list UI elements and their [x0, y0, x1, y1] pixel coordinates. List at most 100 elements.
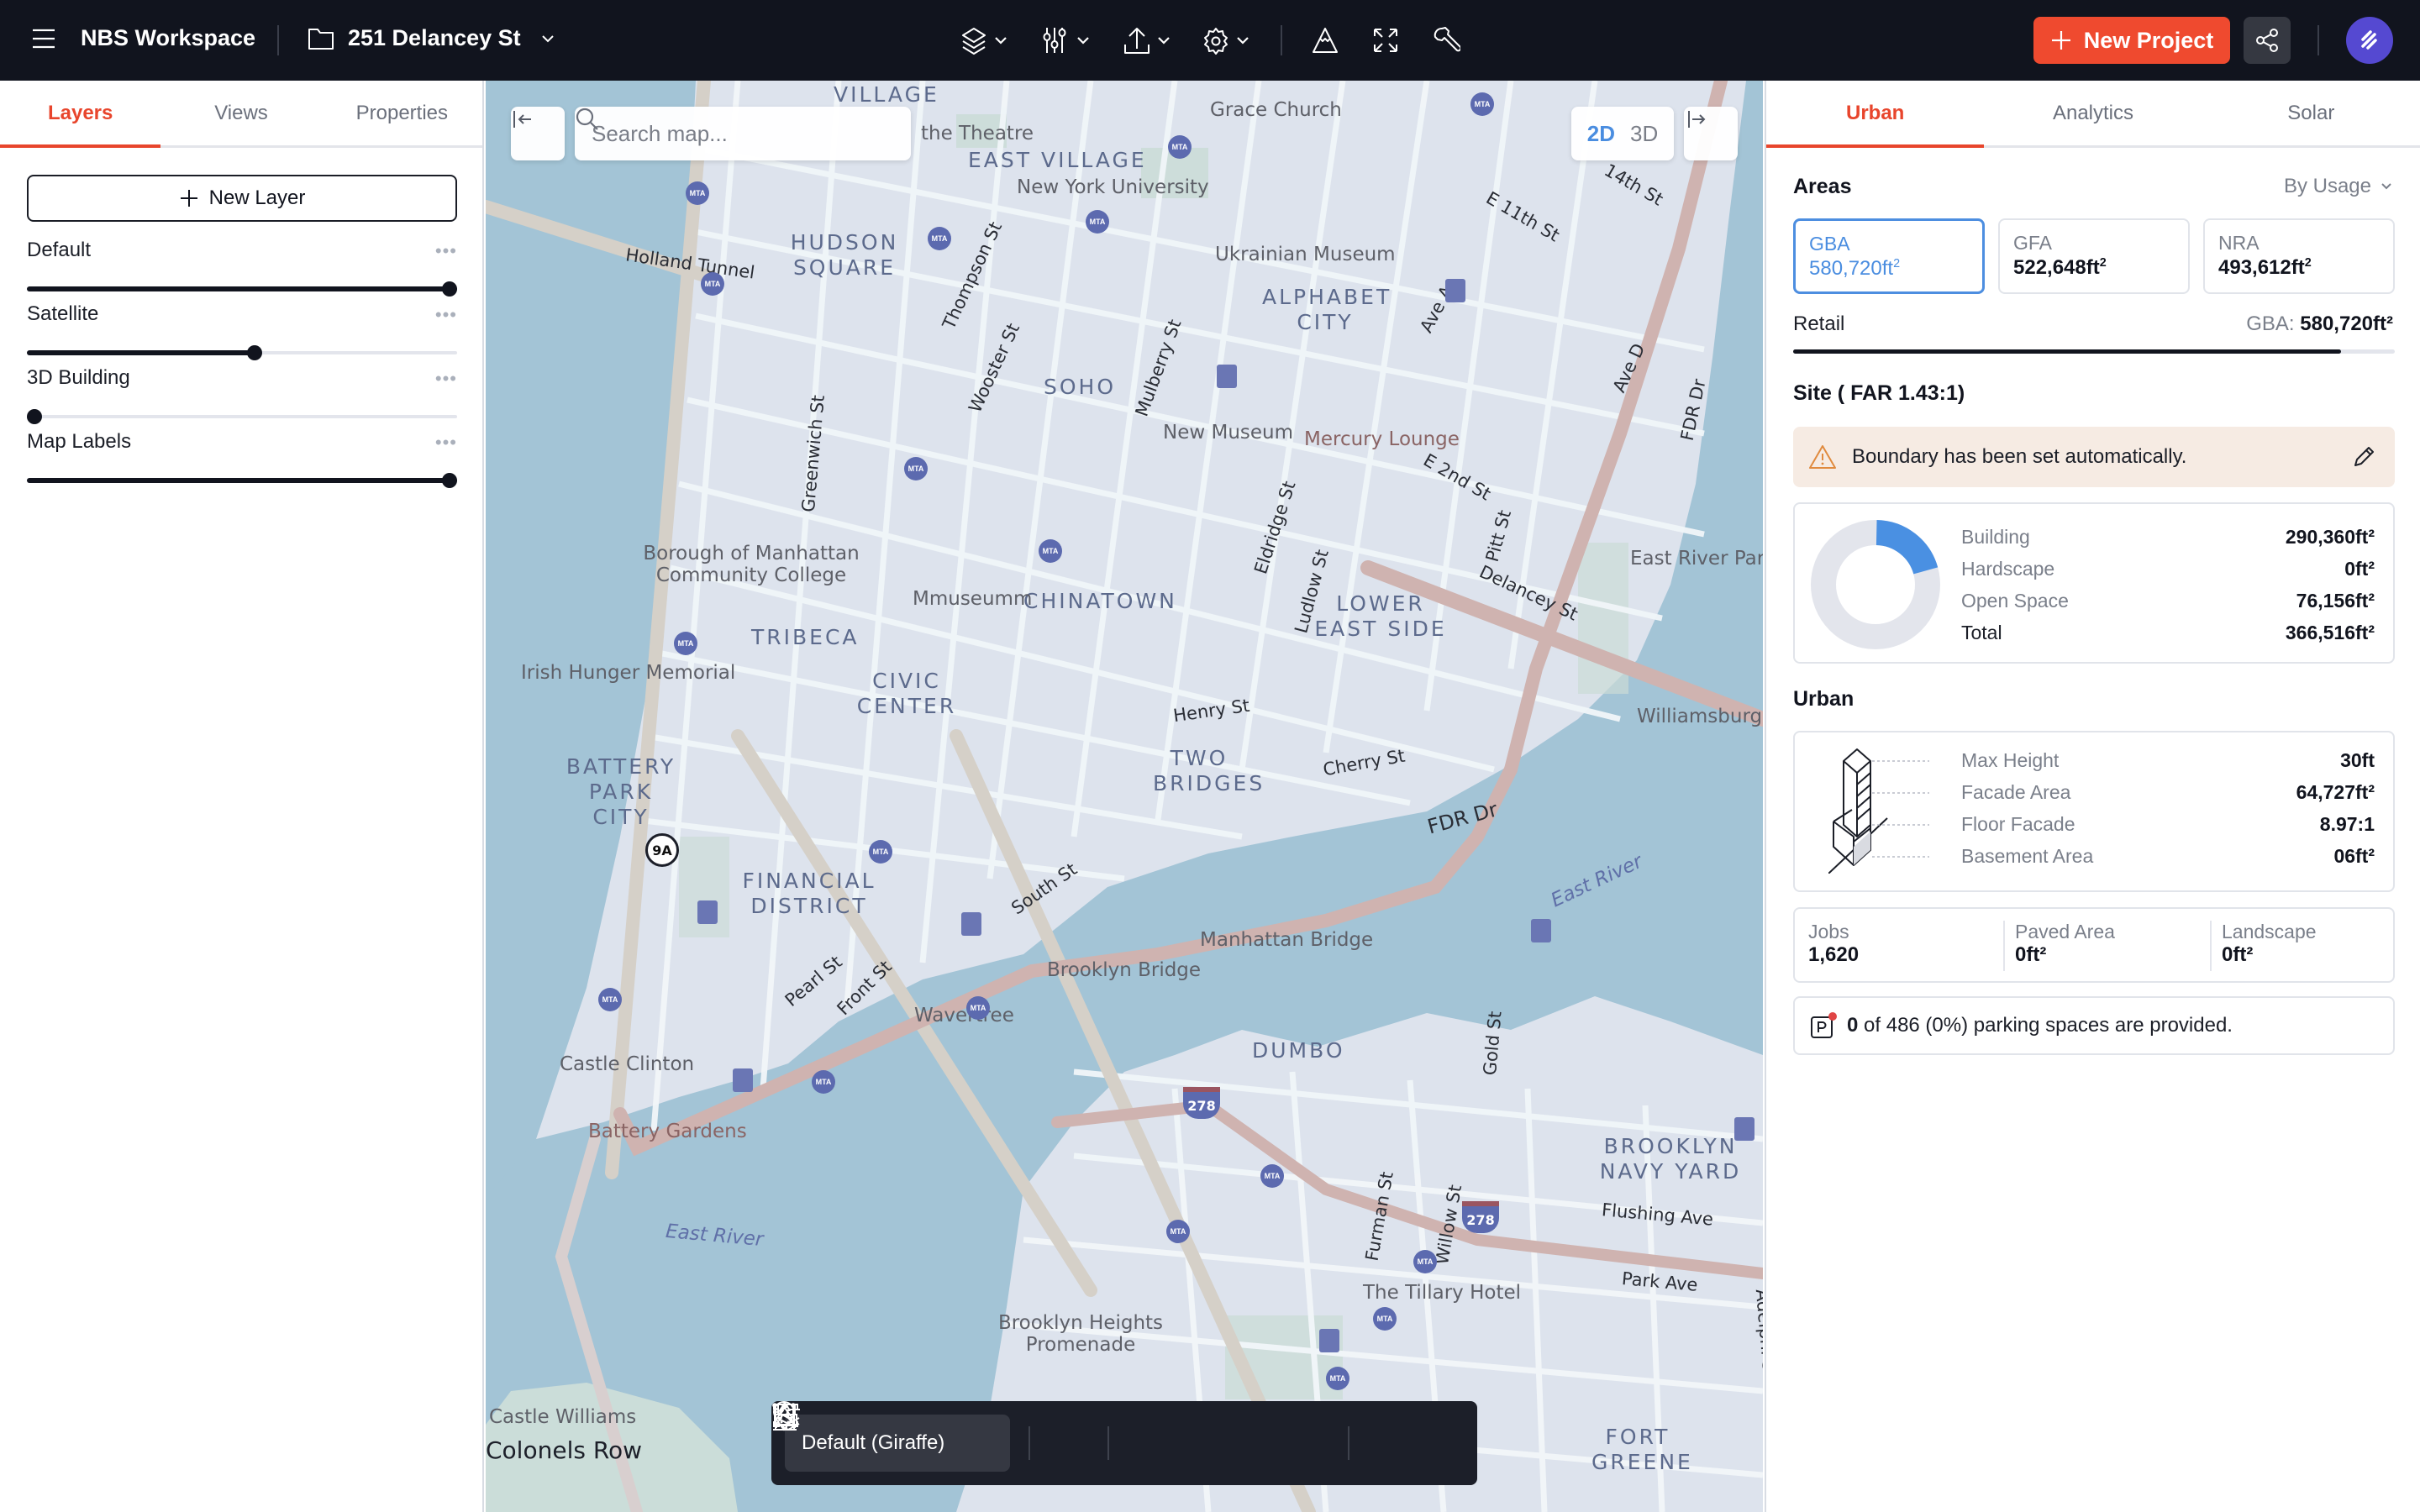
tree-tool[interactable]	[774, 1402, 1212, 1460]
layer-opacity-slider[interactable]	[27, 408, 457, 425]
district-label: ALPHABET CITY	[1262, 285, 1392, 334]
gear-icon	[1204, 28, 1228, 55]
tab-properties[interactable]: Properties	[322, 81, 482, 145]
usage-progress-fill	[1793, 349, 2341, 354]
more-tools-button[interactable]	[772, 1403, 1452, 1460]
site-row-label: Hardscape	[1961, 558, 2055, 580]
area-card-gba[interactable]: GBA 580,720ft2	[1793, 218, 1985, 294]
chevron-down-icon	[1237, 37, 1249, 45]
project-name: 251 Delancey St	[348, 25, 521, 50]
user-avatar[interactable]	[2346, 17, 2393, 64]
chevron-down-icon	[1158, 37, 1170, 45]
export-menu-button[interactable]	[1123, 24, 1171, 57]
map-canvas[interactable]: VILLAGE EAST VILLAGE HUDSON SQUARE SOHO …	[486, 81, 1763, 1512]
district-label-text: EAST VILLAGE	[968, 148, 1147, 172]
area-card-gfa[interactable]: GFA 522,648ft2	[1998, 218, 2190, 294]
vehicle-tool[interactable]	[774, 1404, 1265, 1460]
tab-solar[interactable]: Solar	[2202, 81, 2420, 145]
more-options-icon[interactable]: •••	[435, 368, 457, 390]
district-label: FINANCIAL DISTRICT	[742, 869, 876, 918]
building-tool[interactable]	[773, 1404, 1165, 1460]
fullscreen-button[interactable]	[1371, 24, 1400, 57]
poi-label: New York University	[1017, 176, 1209, 198]
new-project-button[interactable]: New Project	[2033, 17, 2230, 64]
expand-icon	[1374, 29, 1397, 52]
parking-text-end: (0%) parking spaces are provided.	[1919, 1014, 2233, 1037]
rail-station-icon	[697, 900, 718, 924]
site-row-label: Open Space	[1961, 590, 2069, 612]
parking-icon	[1810, 1012, 1837, 1039]
rail-station-icon	[961, 912, 981, 936]
more-options-icon[interactable]: •••	[435, 432, 457, 454]
subway-station-icon: MTA	[869, 840, 892, 864]
layers-icon	[962, 28, 986, 55]
share-button[interactable]	[2244, 17, 2291, 64]
divider	[1107, 1426, 1109, 1460]
usage-value-row: GBA: 580,720ft²	[2246, 312, 2393, 336]
workspace-name: NBS Workspace	[81, 25, 256, 50]
more-options-icon[interactable]: •••	[435, 304, 457, 326]
route-shield-i278: 278	[1462, 1201, 1499, 1233]
subway-station-icon: MTA	[1168, 135, 1192, 159]
parking-provided: 0	[1847, 1014, 1859, 1037]
terrain-button[interactable]	[1311, 24, 1339, 57]
group-by-select[interactable]: By Usage	[2284, 175, 2393, 198]
stat-value: 0ft²	[2222, 943, 2254, 966]
settings-menu-button[interactable]	[1202, 24, 1250, 57]
tab-views[interactable]: Views	[160, 81, 321, 145]
usage-value: 580,720ft²	[2300, 312, 2393, 335]
divider	[1028, 1426, 1030, 1460]
new-layer-button[interactable]: New Layer	[27, 175, 457, 222]
subway-station-icon: MTA	[598, 988, 622, 1011]
folder-icon	[308, 28, 334, 50]
map-search-input[interactable]	[592, 120, 844, 147]
poi-label: Manhattan Bridge	[1200, 929, 1374, 951]
collapse-right-icon	[1688, 111, 1706, 128]
pin-tool[interactable]	[772, 1401, 1319, 1460]
layer-opacity-slider[interactable]	[27, 472, 457, 489]
view-mode-3d[interactable]: 3D	[1630, 121, 1658, 147]
subway-station-icon: MTA	[1470, 92, 1494, 116]
divider	[277, 25, 279, 55]
warning-icon	[1809, 445, 1836, 469]
map-style-select[interactable]: Default (Giraffe)	[773, 1405, 1010, 1472]
adjustments-menu-button[interactable]	[1042, 24, 1091, 57]
edit-pencil-icon[interactable]	[2351, 444, 2376, 470]
site-row-value: 290,360ft²	[2285, 526, 2375, 548]
poi-label: Castle Clinton	[560, 1053, 695, 1075]
area-value: 493,612ft2	[2218, 256, 2312, 279]
layers-menu-button[interactable]	[960, 24, 1008, 57]
district-label: HUDSON SQUARE	[790, 230, 899, 280]
poi-label: New Museum	[1163, 422, 1294, 444]
area-card-nra[interactable]: NRA 493,612ft2	[2203, 218, 2395, 294]
menu-button[interactable]	[30, 25, 57, 52]
tools-button[interactable]	[1432, 24, 1460, 57]
area-key: GBA	[1809, 233, 1850, 255]
plus-icon	[180, 190, 197, 207]
district-label: BATTERY PARK CITY	[566, 754, 676, 829]
collapse-right-panel-button[interactable]	[1684, 107, 1738, 160]
layer-opacity-slider[interactable]	[27, 344, 457, 361]
tab-urban[interactable]: Urban	[1766, 81, 1985, 148]
rail-station-icon	[1217, 365, 1237, 388]
poi-label: Irish Hunger Memorial	[521, 662, 736, 684]
project-selector[interactable]: 251 Delancey St	[308, 25, 556, 51]
district-label: SOHO	[1044, 375, 1117, 399]
layer-name: Default	[27, 239, 92, 261]
poi-label: East River Park	[1630, 548, 1763, 570]
collapse-left-panel-button[interactable]	[511, 107, 565, 160]
district-label: DUMBO	[1252, 1038, 1345, 1063]
tab-layers[interactable]: Layers	[0, 81, 161, 148]
wrench-icon	[1434, 27, 1460, 52]
more-options-icon[interactable]: •••	[435, 240, 457, 262]
site-row-value: 76,156ft²	[2296, 590, 2375, 612]
map-search-box	[575, 107, 911, 160]
add-layer-tool[interactable]	[775, 1404, 1086, 1460]
tab-analytics[interactable]: Analytics	[1984, 81, 2202, 145]
layer-name: Satellite	[27, 302, 99, 325]
focus-tool[interactable]	[773, 1404, 1405, 1460]
view-mode-2d[interactable]: 2D	[1587, 121, 1615, 147]
left-panel-tabs: Layers Views Properties	[0, 81, 482, 148]
layer-opacity-slider[interactable]	[27, 281, 457, 297]
site-row-label: Building	[1961, 526, 2030, 548]
